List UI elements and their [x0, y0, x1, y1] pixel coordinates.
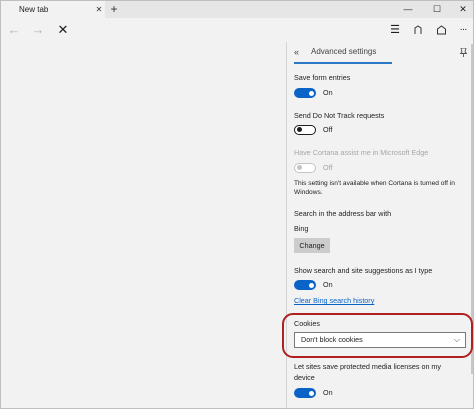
back-icon[interactable]: ←: [4, 18, 24, 42]
pane-header: « Advanced settings: [287, 42, 473, 64]
hub-icon[interactable]: ☰: [385, 18, 405, 42]
page-content: [1, 42, 286, 408]
change-search-engine-button[interactable]: Change: [294, 238, 330, 253]
toggle-knob: [297, 165, 302, 171]
truncated-link-underline: [294, 62, 392, 64]
search-suggestions-toggle[interactable]: [294, 280, 316, 290]
tab-close-icon[interactable]: ✕: [94, 1, 104, 18]
cortana-toggle: [294, 163, 316, 173]
cortana-label: Have Cortana assist me in Microsoft Edge: [294, 148, 429, 157]
minimize-icon[interactable]: —: [397, 1, 419, 18]
share-icon[interactable]: [431, 18, 451, 42]
stop-icon[interactable]: ✕: [53, 18, 73, 42]
tab-new-tab[interactable]: New tab: [1, 1, 105, 18]
toggle-knob: [309, 282, 314, 288]
media-licenses-label-line2: device: [294, 373, 315, 382]
maximize-icon[interactable]: ☐: [426, 1, 448, 18]
do-not-track-toggle[interactable]: [294, 125, 316, 135]
close-window-icon[interactable]: ✕: [452, 1, 473, 18]
save-form-entries-toggle[interactable]: [294, 88, 316, 98]
media-licenses-label-line1: Let sites save protected media licenses …: [294, 362, 442, 371]
cortana-note: This setting isn't available when Cortan…: [294, 180, 455, 196]
do-not-track-state: Off: [323, 125, 333, 134]
cookies-highlight-ring: [282, 313, 473, 358]
search-suggestions-state: On: [323, 280, 333, 289]
tab-title: New tab: [19, 5, 49, 14]
do-not-track-label: Send Do Not Track requests: [294, 111, 385, 120]
forward-icon[interactable]: →: [28, 18, 48, 42]
save-form-entries-label: Save form entries: [294, 73, 351, 82]
pane-title: Advanced settings: [311, 47, 377, 56]
pin-icon[interactable]: [460, 48, 467, 57]
more-icon[interactable]: ···: [453, 18, 473, 42]
save-form-entries-state: On: [323, 88, 333, 97]
search-suggestions-label: Show search and site suggestions as I ty…: [294, 266, 433, 275]
cortana-state: Off: [323, 163, 333, 172]
toggle-knob: [297, 127, 302, 133]
toggle-knob: [309, 390, 314, 396]
tab-strip: New tab ✕ + — ☐ ✕: [1, 1, 473, 18]
clear-search-history-link[interactable]: Clear Bing search history: [294, 296, 374, 305]
search-engine-value: Bing: [294, 224, 309, 233]
browser-window: New tab ✕ + — ☐ ✕ ← → ✕ ☰ ··· « Advanced…: [0, 0, 474, 409]
navigation-bar: ← → ✕ ☰ ···: [1, 18, 473, 42]
new-tab-plus-icon[interactable]: +: [107, 1, 121, 18]
web-note-icon[interactable]: [408, 18, 428, 42]
search-engine-label: Search in the address bar with: [294, 209, 392, 218]
media-licenses-toggle[interactable]: [294, 388, 316, 398]
media-licenses-state: On: [323, 388, 333, 397]
back-chevron-icon[interactable]: «: [294, 42, 299, 62]
toggle-knob: [309, 90, 314, 96]
